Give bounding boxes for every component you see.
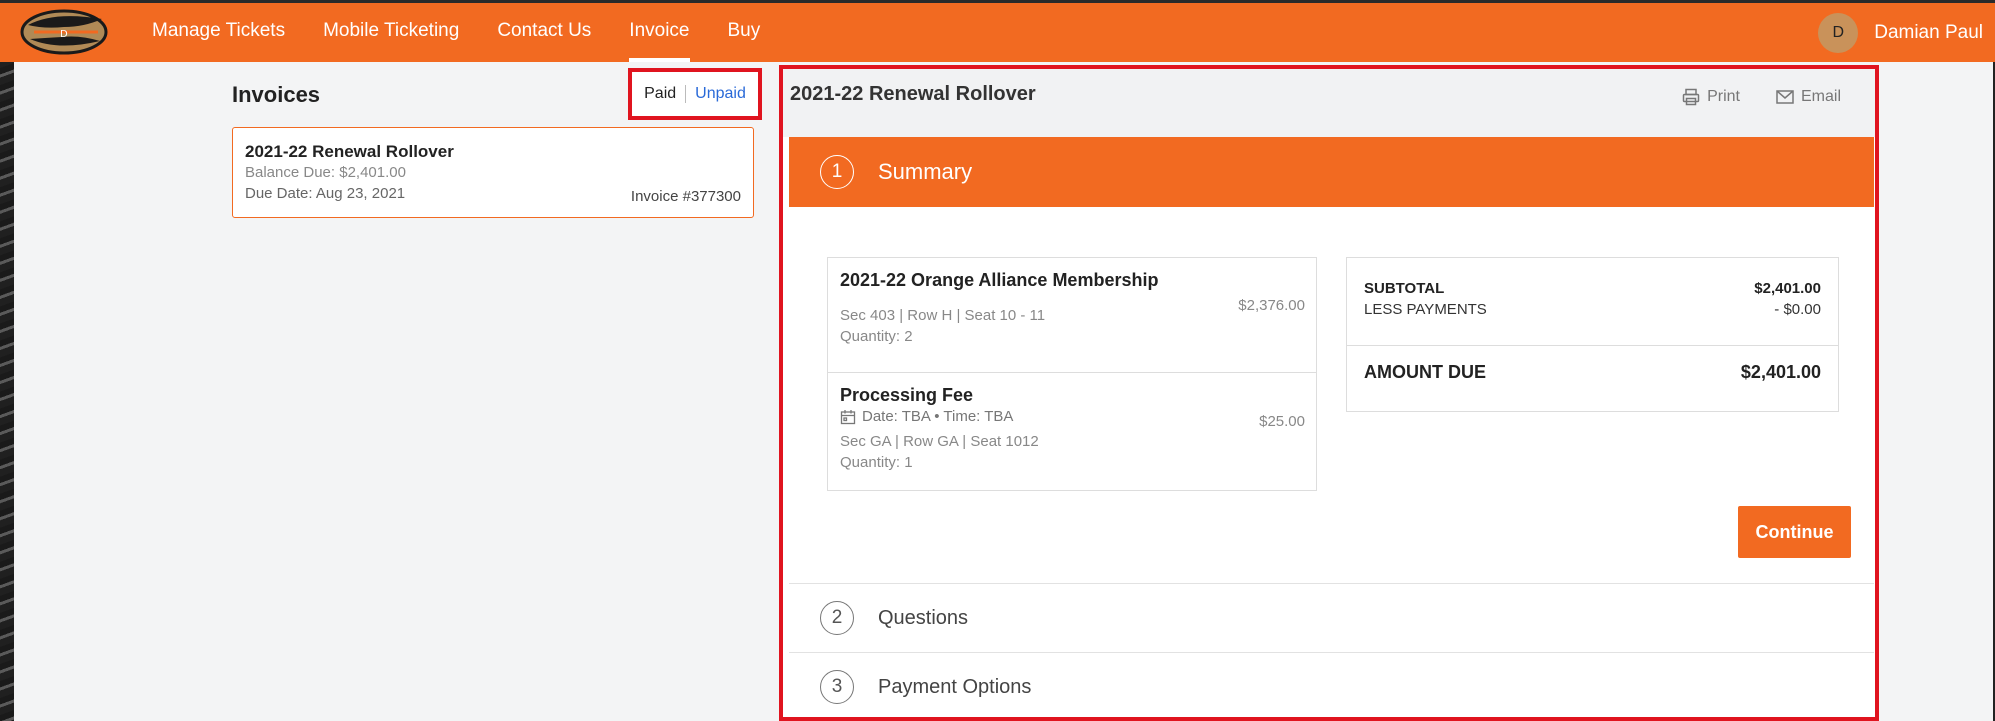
calendar-icon (840, 409, 856, 424)
invoices-heading: Invoices (232, 82, 321, 107)
item-price: $25.00 (1259, 413, 1305, 430)
printer-icon (1682, 88, 1700, 106)
step-payment-options[interactable]: 3 Payment Options (789, 652, 1874, 717)
line-item: 2021-22 Orange Alliance Membership $2,37… (828, 258, 1316, 372)
amount-due-label: AMOUNT DUE (1364, 362, 1486, 382)
filter-unpaid[interactable]: Unpaid (686, 85, 746, 103)
item-quantity: Quantity: 1 (840, 454, 913, 471)
print-button[interactable]: Print (1682, 88, 1740, 106)
step-label: Summary (878, 159, 973, 184)
nav-manage-tickets[interactable]: Manage Tickets (152, 3, 285, 62)
nav-contact-us[interactable]: Contact Us (497, 3, 591, 62)
less-payments-label: LESS PAYMENTS (1364, 301, 1487, 318)
step-questions[interactable]: 2 Questions (789, 583, 1874, 652)
subtotal-label: SUBTOTAL (1364, 280, 1445, 297)
invoice-detail-panel: 2021-22 Renewal Rollover Print Email 1 S (779, 65, 1879, 721)
user-name[interactable]: Damian Paul (1874, 22, 1983, 44)
nav-invoice[interactable]: Invoice (629, 3, 690, 62)
background-edge (0, 0, 14, 721)
continue-button[interactable]: Continue (1738, 506, 1851, 558)
user-menu[interactable]: D Damian Paul (1818, 13, 1983, 53)
top-nav-bar: D Manage Tickets Mobile Ticketing Contac… (0, 0, 1995, 62)
item-seats: Sec GA | Row GA | Seat 1012 (840, 433, 1039, 450)
paid-unpaid-filter: Paid Unpaid (628, 68, 762, 120)
invoice-card-balance: Balance Due: $2,401.00 (245, 164, 406, 181)
item-seats: Sec 403 | Row H | Seat 10 - 11 (840, 307, 1046, 324)
item-name: 2021-22 Orange Alliance Membership (840, 270, 1159, 290)
totals-box: SUBTOTAL $2,401.00 LESS PAYMENTS - $0.00… (1346, 257, 1839, 412)
invoice-card-title: 2021-22 Renewal Rollover (245, 142, 454, 161)
step-label: Questions (878, 606, 969, 629)
invoice-card[interactable]: 2021-22 Renewal Rollover Balance Due: $2… (232, 127, 754, 218)
invoice-card-number: Invoice #377300 (630, 188, 741, 205)
step-number: 3 (820, 670, 854, 704)
item-quantity: Quantity: 2 (840, 328, 913, 345)
nav-mobile-ticketing[interactable]: Mobile Ticketing (323, 3, 459, 62)
amount-due-value: $2,401.00 (1740, 362, 1821, 382)
subtotal-value: $2,401.00 (1754, 280, 1821, 297)
svg-text:D: D (60, 29, 68, 40)
item-date-text: Date: TBA • Time: TBA (862, 408, 1014, 425)
detail-actions: Print Email (1646, 88, 1841, 106)
detail-title: 2021-22 Renewal Rollover (790, 83, 1036, 105)
avatar[interactable]: D (1818, 13, 1859, 53)
main-nav: Manage Tickets Mobile Ticketing Contact … (152, 3, 798, 62)
step-label: Payment Options (878, 675, 1032, 698)
item-price: $2,376.00 (1238, 297, 1305, 314)
less-payments-value: - $0.00 (1774, 301, 1821, 318)
filter-paid[interactable]: Paid (644, 85, 687, 103)
step-number: 1 (820, 155, 854, 189)
email-button[interactable]: Email (1776, 88, 1841, 106)
nav-buy[interactable]: Buy (728, 3, 761, 62)
detail-header: 2021-22 Renewal Rollover Print Email (783, 69, 1875, 137)
line-items: 2021-22 Orange Alliance Membership $2,37… (827, 257, 1317, 491)
email-label: Email (1800, 88, 1841, 105)
step-number: 2 (820, 601, 854, 635)
envelope-icon (1776, 90, 1794, 104)
ducks-logo[interactable]: D (14, 5, 120, 61)
item-date: Date: TBA • Time: TBA (840, 408, 1304, 425)
item-name: Processing Fee (840, 385, 974, 405)
step-summary[interactable]: 1 Summary (789, 137, 1874, 207)
print-label: Print (1707, 88, 1740, 105)
line-item: Processing Fee Date: TBA • Time: TBA $25… (828, 372, 1316, 490)
